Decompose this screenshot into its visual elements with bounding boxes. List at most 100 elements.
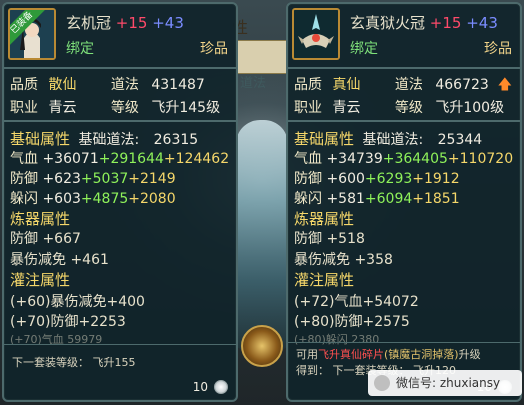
stat-bonus-2: +2149: [128, 171, 176, 187]
enhance-level: +15: [429, 14, 462, 32]
stat-bonus-2: +1912: [412, 171, 460, 187]
stat-base: +600: [326, 171, 365, 187]
stat-bonus: +291644: [98, 151, 164, 167]
stat-bonus: +5037: [80, 171, 129, 187]
base-daofa-label: 基础道法:: [78, 132, 140, 148]
infuse-row-2: (+80)防御+2575: [294, 314, 410, 330]
stat-bonus: +6293: [364, 171, 413, 187]
infuse-row-2: (+70)防御+2253: [10, 314, 126, 330]
item-header: 已装备 玄机冠 +15 +43 绑定 珍品: [4, 4, 236, 66]
refine-level: +43: [152, 14, 184, 32]
refine-attr-title: 炼器属性: [10, 208, 70, 229]
def-stat-row: 防御 +623+5037+2149: [10, 168, 176, 188]
stat-label: 躲闪: [10, 191, 38, 207]
divider: [288, 342, 520, 343]
refine-attr-title: 炼器属性: [294, 208, 354, 229]
daofa-value: 431487: [151, 77, 205, 93]
class-label: 职业: [294, 100, 322, 116]
refine-def-row: 防御 +667: [10, 231, 81, 247]
scene-ring-icon: [241, 325, 283, 367]
quality-row: 品质 真仙 道法 466723: [294, 74, 489, 94]
divider: [4, 120, 236, 122]
stat-bonus-2: +1851: [412, 191, 460, 207]
item-icon[interactable]: [292, 8, 340, 60]
refine-def-row: 防御 +518: [294, 231, 365, 247]
level-label: 等级: [110, 100, 139, 116]
item-icon[interactable]: 已装备: [8, 8, 56, 60]
material-source: (镇魔古洞掉落): [384, 348, 459, 361]
stat-base: +581: [326, 191, 365, 207]
stat-base: +36071: [42, 151, 99, 167]
upgrade-arrow-icon: 🡅: [497, 77, 512, 93]
stat-base: +34739: [326, 151, 383, 167]
currency-coin-icon: [214, 380, 228, 394]
class-row: 职业 青云 等级 飞升100级: [294, 97, 504, 117]
base-attr-title: 基础属性: [10, 130, 71, 148]
note-gain-label: 得到：: [296, 364, 329, 377]
stat-base: +603: [42, 191, 81, 207]
base-attr-header: 基础属性 基础道法: 25344: [294, 128, 482, 149]
note-suffix: 升级: [458, 348, 481, 361]
level-value: 飞升100级: [435, 100, 505, 116]
level-value: 飞升145级: [151, 100, 221, 116]
upgrade-material-note: 可用飞升真仙碎片(镇魔古洞掉落)升级: [296, 346, 481, 362]
stat-bonus: +4875: [80, 191, 129, 207]
dodge-stat-row: 躲闪 +581+6094+1851: [294, 188, 460, 208]
daofa-label: 道法: [394, 77, 423, 93]
hp-stat-row: 气血 +36071+291644+124462: [10, 148, 229, 168]
item-quantity: 10: [192, 380, 208, 394]
stat-label: 气血: [294, 151, 322, 167]
daofa-label: 道法: [110, 77, 139, 93]
quality-label: 品质: [294, 77, 322, 93]
quality-value: 真仙: [332, 77, 361, 93]
material-link[interactable]: 飞升真仙碎片: [318, 348, 384, 361]
stat-bonus: +364405: [382, 151, 448, 167]
item-header: 玄真狱火冠 +15 +43 绑定 珍品: [288, 4, 520, 66]
refine-crit-row: 暴伤减免 +358: [294, 252, 393, 268]
dodge-stat-row: 躲闪 +603+4875+2080: [10, 188, 176, 208]
infuse-row-3: (+80)躲闪 2380: [294, 333, 380, 346]
infuse-row-1: (+72)气血+54072: [294, 294, 419, 310]
wechat-icon: [374, 375, 390, 391]
infuse-title-text: 灌注属性: [10, 271, 71, 289]
compare-item-tooltip: 玄真狱火冠 +15 +43 绑定 珍品 🡅 品质 真仙 道法 466723 职业…: [286, 2, 522, 402]
stat-bonus-2: +2080: [128, 191, 176, 207]
character-figure: [236, 120, 288, 350]
base-attr-header: 基础属性 基础道法: 26315: [10, 128, 198, 149]
refine-level: +43: [466, 14, 498, 32]
item-name: 玄真狱火冠 +15 +43: [350, 12, 498, 33]
equipped-item-tooltip: 已装备 玄机冠 +15 +43 绑定 珍品 品质 散仙 道法 431487 职业…: [2, 2, 238, 402]
quality-label: 品质: [10, 77, 38, 93]
level-label: 等级: [394, 100, 423, 116]
scene-side-text: 道法: [240, 76, 267, 91]
quality-row: 品质 散仙 道法 431487: [10, 74, 205, 94]
divider: [288, 67, 520, 69]
watermark-text: 微信号: zhuxiansy: [396, 376, 501, 390]
refine-title-text: 炼器属性: [10, 210, 71, 228]
class-row: 职业 青云 等级 飞升145级: [10, 97, 220, 117]
stat-bonus-2: +110720: [447, 151, 514, 167]
crown-helmet-icon: [294, 10, 338, 58]
item-name-text: 玄机冠: [66, 14, 112, 32]
rarity-label: 珍品: [484, 41, 512, 57]
stat-label: 防御: [294, 171, 322, 187]
set-level-note: 下一套装等级： 飞升155: [12, 356, 136, 369]
infuse-title-text: 灌注属性: [294, 271, 355, 289]
scene-banner: [236, 40, 288, 74]
stat-label: 防御: [10, 171, 38, 187]
stat-base: +623: [42, 171, 81, 187]
stat-bonus-2: +124462: [163, 151, 230, 167]
class-value: 青云: [48, 100, 77, 116]
quality-value: 散仙: [48, 77, 77, 93]
infuse-row-1: (+60)暴伤减免+400: [10, 294, 145, 310]
item-name: 玄机冠 +15 +43: [66, 12, 184, 33]
base-daofa-value: 26315: [153, 132, 199, 148]
bound-status: 绑定: [66, 41, 94, 57]
base-attr-title: 基础属性: [294, 130, 355, 148]
stat-bonus: +6094: [364, 191, 413, 207]
divider: [288, 120, 520, 122]
wechat-watermark: 微信号: zhuxiansy: [368, 370, 522, 396]
divider: [4, 344, 236, 345]
refine-crit-row: 暴伤减免 +461: [10, 252, 109, 268]
class-label: 职业: [10, 100, 38, 116]
